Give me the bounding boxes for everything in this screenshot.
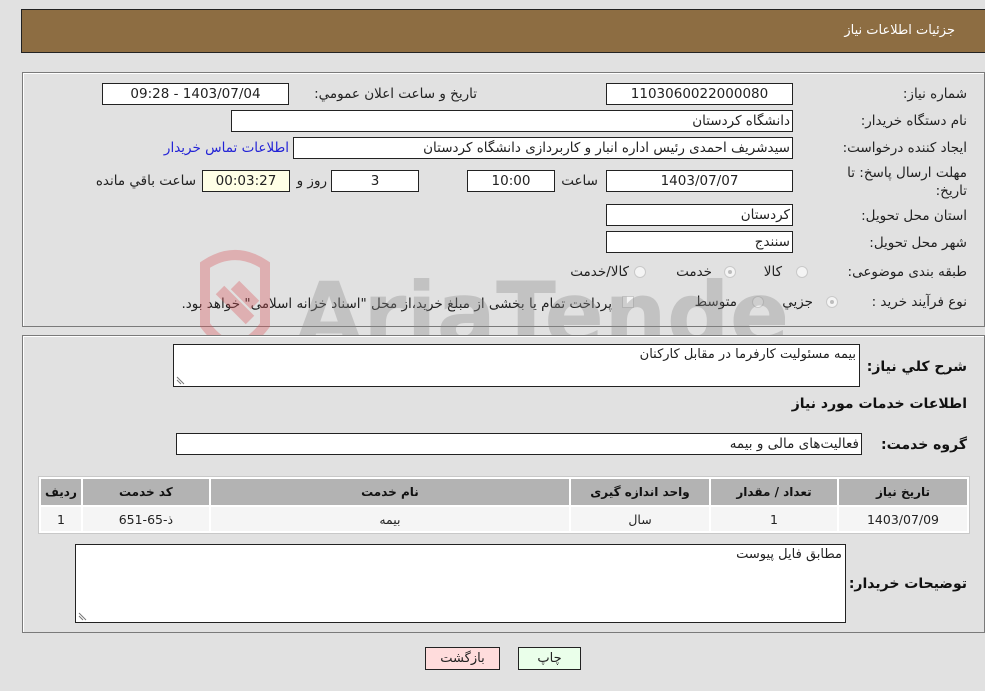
purchase-type-label: نوع فرآیند خرید : bbox=[871, 294, 967, 310]
print-button[interactable]: چاپ bbox=[518, 647, 581, 670]
category-radio-goods-service[interactable] bbox=[634, 266, 646, 278]
page-header: جزئیات اطلاعات نیاز bbox=[21, 9, 985, 53]
cell-row-number: 1 bbox=[41, 507, 81, 531]
category-option-service: خدمت bbox=[676, 264, 712, 280]
delivery-city-field[interactable]: سنندج bbox=[606, 231, 793, 253]
services-section-title: اطلاعات خدمات مورد نیاز bbox=[791, 396, 967, 412]
page-title: جزئیات اطلاعات نیاز bbox=[844, 23, 955, 38]
services-table-header: ردیف کد خدمت نام خدمت واحد اندازه گیری ت… bbox=[41, 479, 967, 505]
delivery-city-label: شهر محل تحویل: bbox=[869, 235, 967, 251]
buyer-notes-value: مطابق فایل پیوست bbox=[736, 547, 842, 562]
col-unit: واحد اندازه گیری bbox=[571, 479, 709, 505]
category-option-goods-service: کالا/خدمت bbox=[570, 264, 629, 280]
category-label: طبقه بندی موضوعی: bbox=[847, 264, 967, 280]
delivery-province-field[interactable]: کردستان bbox=[606, 204, 793, 226]
requester-label: ایجاد کننده درخواست: bbox=[842, 140, 967, 156]
deadline-label-line1: مهلت ارسال پاسخ: تا bbox=[847, 165, 967, 181]
delivery-province-label: استان محل تحویل: bbox=[861, 208, 967, 224]
purchase-type-radio-medium[interactable] bbox=[752, 296, 764, 308]
buyer-org-field[interactable]: دانشگاه کردستان bbox=[231, 110, 793, 132]
buyer-contact-link[interactable]: اطلاعات تماس خریدار bbox=[164, 140, 289, 156]
general-desc-field[interactable]: بیمه مسئولیت کارفرما در مقابل کارکنان bbox=[173, 344, 860, 387]
treasury-checkbox[interactable] bbox=[622, 296, 634, 308]
purchase-type-option-minor: جزیي bbox=[782, 294, 813, 310]
col-row-number: ردیف bbox=[41, 479, 81, 505]
col-need-date: تاریخ نیاز bbox=[839, 479, 967, 505]
deadline-date-field[interactable]: 1403/07/07 bbox=[606, 170, 793, 192]
remaining-days-field[interactable]: 3 bbox=[331, 170, 419, 192]
col-quantity: تعداد / مقدار bbox=[711, 479, 837, 505]
category-option-goods: کالا bbox=[763, 264, 782, 280]
table-row: 1 ذ-65-651 بیمه سال 1 1403/07/09 bbox=[41, 507, 967, 531]
cell-quantity: 1 bbox=[711, 507, 837, 531]
resize-grip-icon[interactable] bbox=[78, 612, 87, 621]
remaining-time-field: 00:03:27 bbox=[202, 170, 290, 192]
category-radio-service[interactable] bbox=[724, 266, 736, 278]
general-desc-label: شرح کلي نیاز: bbox=[866, 359, 967, 375]
buyer-notes-label: توضیحات خریدار: bbox=[848, 576, 967, 592]
deadline-label-line2: تاریخ: bbox=[935, 183, 967, 199]
resize-grip-icon[interactable] bbox=[176, 376, 185, 385]
purchase-type-option-medium: متوسط bbox=[694, 294, 737, 310]
category-radio-goods[interactable] bbox=[796, 266, 808, 278]
need-number-field[interactable]: 1103060022000080 bbox=[606, 83, 793, 105]
services-table: ردیف کد خدمت نام خدمت واحد اندازه گیری ت… bbox=[38, 476, 970, 534]
remaining-time-label: ساعت باقي مانده bbox=[95, 173, 196, 189]
announce-datetime-field[interactable]: 1403/07/04 - 09:28 bbox=[102, 83, 289, 105]
announce-datetime-label: تاریخ و ساعت اعلان عمومي: bbox=[314, 86, 477, 102]
requester-field[interactable]: سیدشریف احمدی رئیس اداره انبار و کاربردا… bbox=[293, 137, 793, 159]
deadline-time-label: ساعت bbox=[561, 173, 598, 189]
need-number-label: شماره نیاز: bbox=[902, 86, 967, 102]
cell-service-name: بیمه bbox=[210, 507, 569, 531]
back-button[interactable]: بازگشت bbox=[425, 647, 500, 670]
buyer-notes-field[interactable]: مطابق فایل پیوست bbox=[75, 544, 846, 623]
days-label: روز و bbox=[296, 173, 327, 189]
cell-service-code: ذ-65-651 bbox=[82, 507, 209, 531]
purchase-type-radio-minor[interactable] bbox=[826, 296, 838, 308]
col-service-name: نام خدمت bbox=[210, 479, 569, 505]
deadline-time-field[interactable]: 10:00 bbox=[467, 170, 555, 192]
service-group-label: گروه خدمت: bbox=[881, 437, 967, 453]
cell-need-date: 1403/07/09 bbox=[839, 507, 967, 531]
col-service-code: کد خدمت bbox=[82, 479, 209, 505]
general-desc-value: بیمه مسئولیت کارفرما در مقابل کارکنان bbox=[639, 347, 856, 362]
treasury-note: پرداخت تمام یا بخشی از مبلغ خرید،از محل … bbox=[181, 296, 612, 312]
service-group-field[interactable]: فعالیت‌های مالی و بیمه bbox=[176, 433, 862, 455]
buyer-org-label: نام دستگاه خریدار: bbox=[860, 113, 967, 129]
cell-unit: سال bbox=[571, 507, 709, 531]
